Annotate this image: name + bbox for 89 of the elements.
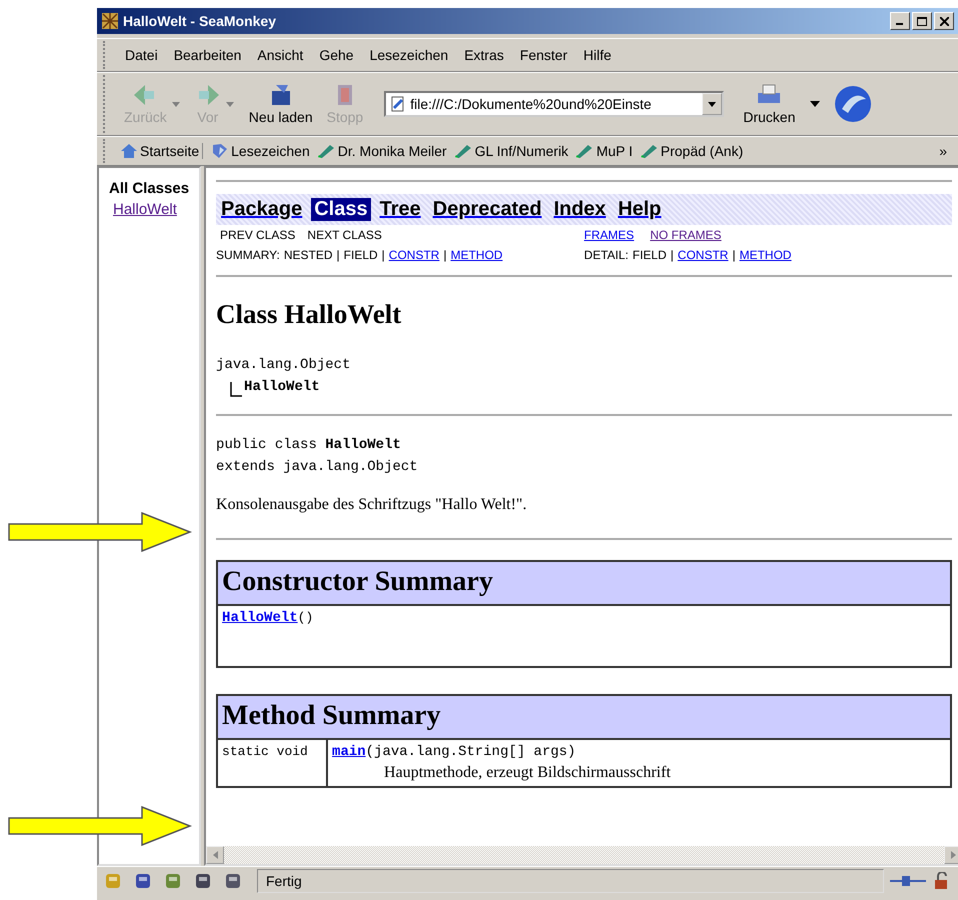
bookmark-icon bbox=[452, 143, 473, 159]
modifier-cell: static void bbox=[217, 739, 328, 787]
plug-icon bbox=[890, 874, 926, 888]
mail-icon[interactable] bbox=[133, 871, 153, 891]
window-title: HalloWelt - SeaMonkey bbox=[123, 13, 278, 29]
scroll-right-icon bbox=[950, 851, 956, 859]
nav-link[interactable]: Help bbox=[614, 198, 664, 221]
summary-item: FIELD bbox=[344, 248, 378, 262]
close-icon bbox=[940, 16, 948, 26]
bookmark-icon bbox=[574, 143, 594, 159]
bookmark-item[interactable]: GL Inf/Numerik bbox=[450, 143, 572, 159]
bookmark-icon bbox=[638, 143, 659, 159]
nav-link[interactable]: Deprecated bbox=[430, 198, 545, 221]
caret-icon bbox=[708, 102, 716, 106]
class-name-text: HalloWelt bbox=[244, 378, 320, 397]
menu-item[interactable]: Gehe bbox=[311, 47, 362, 63]
class-heading: Class HalloWelt bbox=[216, 299, 402, 330]
separator-text: | bbox=[382, 248, 385, 262]
summary-link[interactable]: CONSTR bbox=[388, 248, 440, 262]
superclass-text: java.lang.Object bbox=[216, 356, 350, 375]
class-list-link[interactable]: HalloWelt bbox=[113, 201, 177, 218]
table-heading: Method Summary bbox=[217, 695, 952, 739]
bookmark-item[interactable]: MuP I bbox=[571, 143, 636, 159]
constructor-link[interactable]: HalloWelt bbox=[222, 610, 298, 626]
summary-label: SUMMARY: bbox=[216, 248, 280, 262]
horizontal-scrollbar[interactable] bbox=[206, 846, 958, 864]
app-icon bbox=[101, 12, 119, 30]
table-heading: Constructor Summary bbox=[217, 561, 952, 605]
scroll-left-icon bbox=[212, 851, 218, 859]
nav-link[interactable]: Tree bbox=[376, 198, 424, 221]
menu-item[interactable]: Fenster bbox=[512, 47, 576, 63]
nav-link[interactable]: Class bbox=[311, 198, 371, 221]
params-text: () bbox=[298, 610, 314, 625]
menu-item[interactable]: Hilfe bbox=[575, 47, 620, 63]
summary-link[interactable]: METHOD bbox=[450, 248, 503, 262]
page-icon bbox=[390, 96, 406, 112]
bookmarks-icon bbox=[211, 143, 230, 159]
method-description: Hauptmethode, erzeugt Bildschirmausschrift bbox=[383, 764, 672, 782]
bookmark-icon bbox=[316, 143, 336, 159]
nav-link[interactable]: Package bbox=[218, 198, 306, 221]
summary-link[interactable]: CONSTR bbox=[678, 248, 728, 262]
composer-icon[interactable] bbox=[163, 871, 183, 891]
arrow-icon bbox=[8, 806, 192, 846]
bookmark-item[interactable]: Startseite bbox=[117, 143, 202, 159]
bookmark-item[interactable]: Dr. Monika Meiler bbox=[312, 143, 450, 159]
status-text: Fertig bbox=[257, 869, 884, 893]
declaration-text: extends java.lang.Object bbox=[216, 459, 418, 475]
frame-heading: All Classes bbox=[109, 180, 190, 197]
separator-text: | bbox=[670, 248, 674, 262]
arrow-icon bbox=[8, 512, 192, 552]
dropdown-button[interactable] bbox=[702, 93, 722, 115]
class-description: Konsolenausgabe des Schriftzugs "Hallo Welt!". bbox=[216, 496, 528, 514]
maximize-button[interactable] bbox=[912, 12, 932, 30]
nav-link[interactable]: Index bbox=[550, 198, 609, 221]
frames-link[interactable]: FRAMES bbox=[584, 228, 634, 242]
summary-link[interactable]: METHOD bbox=[739, 248, 792, 262]
menu-item[interactable]: Bearbeiten bbox=[166, 47, 250, 63]
close-button[interactable] bbox=[934, 12, 954, 30]
more-bookmarks-button[interactable]: » bbox=[936, 143, 950, 159]
print-button[interactable]: Drucken bbox=[736, 83, 802, 125]
declaration-text: public class HalloWelt bbox=[216, 437, 401, 453]
toolbar-button[interactable]: Neu laden bbox=[242, 83, 320, 125]
house-icon bbox=[120, 143, 138, 159]
separator-text: | bbox=[336, 248, 340, 262]
minimize-button[interactable] bbox=[890, 12, 910, 30]
summary-item: NESTED bbox=[284, 248, 333, 262]
summary-label: DETAIL: bbox=[584, 248, 629, 262]
next-class-text: NEXT CLASS bbox=[307, 228, 382, 242]
menu-item[interactable]: Lesezeichen bbox=[362, 47, 456, 63]
tree-connector-icon bbox=[230, 382, 242, 398]
chat-icon[interactable] bbox=[223, 871, 243, 891]
params-text: (java.lang.String[] args) bbox=[366, 744, 576, 760]
bookmark-item[interactable]: Propäd (Ank) bbox=[636, 143, 746, 159]
address-book-icon[interactable] bbox=[193, 871, 213, 891]
caret-icon[interactable] bbox=[810, 101, 820, 107]
prev-class-text: PREV CLASS bbox=[220, 228, 296, 242]
separator-text: | bbox=[443, 248, 447, 262]
logo-icon bbox=[834, 85, 872, 123]
address-field[interactable]: file:///C:/Dokumente%20und%20Einste bbox=[384, 91, 724, 117]
method-name-link[interactable]: main bbox=[332, 744, 366, 760]
frames-link[interactable]: NO FRAMES bbox=[650, 228, 722, 242]
maximize-icon bbox=[917, 16, 927, 26]
menu-item[interactable]: Extras bbox=[456, 47, 512, 63]
separator-text: | bbox=[732, 248, 736, 262]
padlock-icon bbox=[932, 872, 950, 890]
bookmark-item[interactable]: Lesezeichen bbox=[202, 143, 313, 159]
summary-item: FIELD bbox=[632, 248, 667, 262]
menu-item[interactable]: Datei bbox=[117, 47, 166, 63]
menu-item[interactable]: Ansicht bbox=[249, 47, 312, 63]
